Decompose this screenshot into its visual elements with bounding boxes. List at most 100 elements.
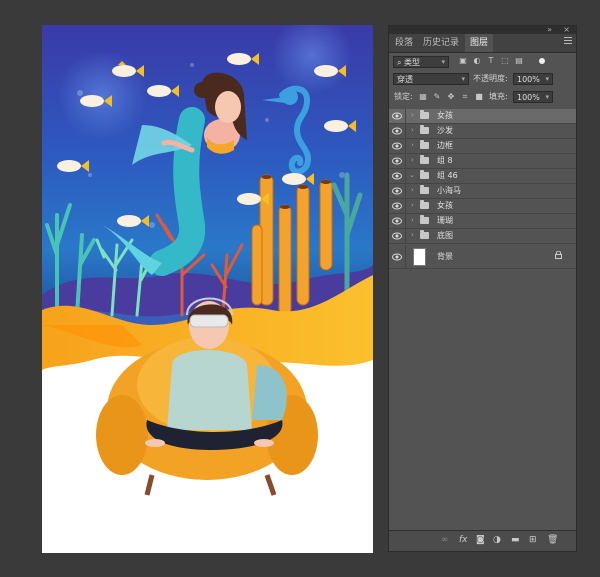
chevron-down-icon: ▾ [441,58,445,66]
trash-icon[interactable]: 🗑 [547,536,558,545]
chevron-right-icon[interactable]: › [411,156,414,164]
divider [405,184,406,198]
layer-name: 珊瑚 [437,216,453,225]
visibility-eye-icon[interactable] [392,172,402,180]
blend-mode-dropdown[interactable]: 穿透 ▾ [393,73,469,85]
divider [405,245,406,268]
visibility-eye-icon[interactable] [392,112,402,120]
lock-image-icon[interactable]: ✎ [433,93,441,101]
layer-name: 底图 [437,231,453,240]
lock-row: 锁定: ▦ ✎ ✥ ⌗ ■ 填充: 100% ▾ [389,90,576,104]
collapse-icon[interactable]: » [547,25,552,34]
lock-position-icon[interactable]: ✥ [447,93,455,101]
lock-artboard-icon[interactable]: ⌗ [461,93,469,101]
filter-type-icon[interactable]: T [487,57,495,65]
lock-transparent-icon[interactable]: ▦ [419,93,427,101]
filter-toggle-icon[interactable] [539,58,545,64]
chevron-right-icon[interactable]: › [411,111,414,119]
layer-thumbnail [413,248,426,266]
filter-row: ⌕ 类型 ▾ ▣ ◐ T ⬚ ▤ [389,55,576,69]
chevron-right-icon[interactable]: › [411,186,414,194]
layer-row[interactable]: › 组 8 [389,154,576,169]
layer-row[interactable]: › 小海马 [389,184,576,199]
layer-row[interactable]: › 沙发 [389,124,576,139]
visibility-eye-icon[interactable] [392,253,402,261]
new-layer-icon[interactable]: ⊞ [529,536,537,545]
filter-adjustment-icon[interactable]: ◐ [473,57,481,65]
lock-icon [555,251,562,259]
filter-shape-icon[interactable]: ⬚ [501,57,509,65]
visibility-eye-icon[interactable] [392,232,402,240]
chevron-right-icon[interactable]: › [411,126,414,134]
document-canvas[interactable] [42,25,373,553]
panel-title-bar[interactable]: » × [389,25,576,34]
chevron-right-icon[interactable]: › [411,201,414,209]
opacity-value: 100% [517,75,540,84]
folder-icon [420,125,429,134]
folder-icon [420,230,429,239]
filter-pixel-icon[interactable]: ▣ [459,57,467,65]
folder-icon [420,155,429,164]
blend-row: 穿透 ▾ 不透明度: 100% ▾ [389,72,576,86]
layer-name: 背景 [437,252,453,261]
folder-icon [420,215,429,224]
tab-paragraph[interactable]: 段落 [391,34,417,52]
chevron-right-icon[interactable]: › [411,216,414,224]
folder-icon [420,185,429,194]
divider [405,229,406,243]
visibility-eye-icon[interactable] [392,187,402,195]
divider [405,154,406,168]
panel-tabs: 段落 历史记录 图层 [389,34,576,53]
tab-history[interactable]: 历史记录 [421,34,461,52]
search-icon: ⌕ [397,58,402,67]
fill-value: 100% [517,93,540,102]
fill-field[interactable]: 100% ▾ [513,91,553,103]
chevron-down-icon[interactable]: ⌄ [409,171,415,179]
lock-label: 锁定: [394,92,413,101]
layer-row[interactable]: ⌄ 组 46 [389,169,576,184]
layer-row[interactable]: › 珊瑚 [389,214,576,229]
layer-row[interactable]: › 边框 [389,139,576,154]
folder-icon [420,140,429,149]
chevron-right-icon[interactable]: › [411,141,414,149]
visibility-eye-icon[interactable] [392,127,402,135]
lock-all-icon[interactable]: ■ [475,93,483,101]
folder-icon [420,200,429,209]
layer-row-background[interactable]: 背景 [389,245,576,269]
layers-panel: » × 段落 历史记录 图层 ⌕ 类型 ▾ ▣ ◐ T ⬚ ▤ 穿透 ▾ 不透明… [388,25,577,552]
layer-name: 小海马 [437,186,461,195]
layer-name: 边框 [437,141,453,150]
open-folder-icon [420,170,429,179]
visibility-eye-icon[interactable] [392,217,402,225]
visibility-eye-icon[interactable] [392,142,402,150]
fill-label: 填充: [489,92,508,101]
tab-layers[interactable]: 图层 [465,34,493,52]
layer-row[interactable]: › 女孩 [389,199,576,214]
panel-menu-icon[interactable] [564,37,572,44]
close-icon[interactable]: × [563,25,570,34]
layer-row[interactable]: › 底图 [389,229,576,244]
opacity-label: 不透明度: [473,74,508,83]
divider [405,169,406,183]
link-icon[interactable]: ∞ [441,536,449,545]
divider [405,109,406,123]
layer-row[interactable]: › 女孩 [389,109,576,124]
chevron-down-icon: ▾ [545,93,549,101]
visibility-eye-icon[interactable] [392,157,402,165]
blend-mode-value: 穿透 [397,75,413,84]
filter-smart-object-icon[interactable]: ▤ [515,57,523,65]
folder-icon [420,110,429,119]
chevron-right-icon[interactable]: › [411,231,414,239]
visibility-eye-icon[interactable] [392,202,402,210]
opacity-field[interactable]: 100% ▾ [513,73,553,85]
new-group-icon[interactable]: ▬ [511,536,520,545]
filter-kind-dropdown[interactable]: ⌕ 类型 ▾ [393,56,449,68]
fx-icon[interactable]: fx [459,536,468,545]
layer-name: 组 46 [437,171,458,180]
mask-icon[interactable]: ◙ [476,536,485,545]
divider [405,124,406,138]
divider [405,214,406,228]
divider [405,199,406,213]
chevron-down-icon: ▾ [545,75,549,83]
adjustment-icon[interactable]: ◑ [493,536,501,545]
